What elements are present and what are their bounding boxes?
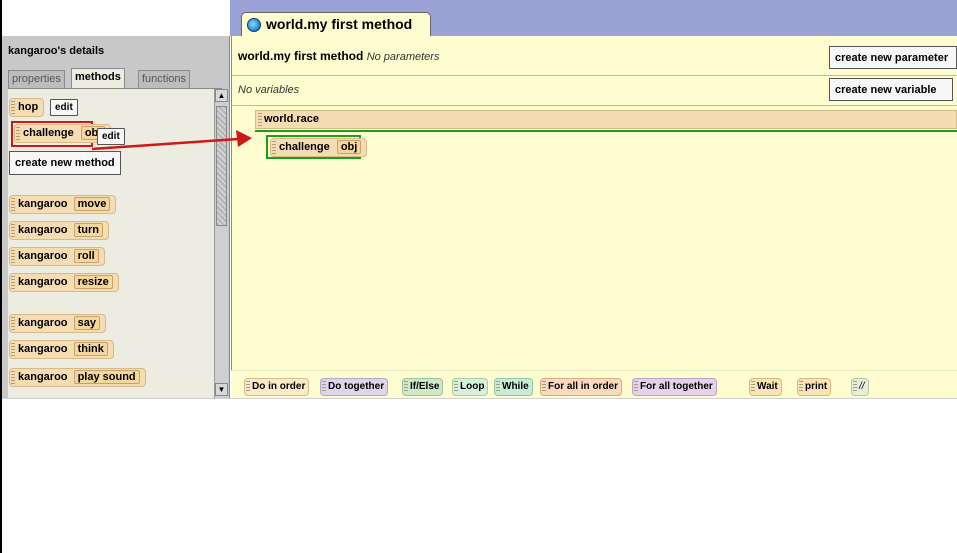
control-for-all-in-order[interactable]: For all in order (540, 378, 623, 396)
control-label: If/Else (410, 381, 440, 392)
control-do-together[interactable]: Do together (320, 378, 389, 396)
control-label: Do in order (252, 381, 306, 392)
drag-grip-icon (322, 381, 326, 393)
drag-grip-icon (634, 381, 638, 393)
control-while[interactable]: While (494, 378, 533, 396)
control-wait[interactable]: Wait (749, 378, 782, 396)
control-loop[interactable]: Loop (452, 378, 489, 396)
control-do-in-order[interactable]: Do in order (244, 378, 310, 396)
drag-grip-icon (799, 381, 803, 393)
control-label: For all together (640, 381, 713, 392)
control-label: Loop (460, 381, 485, 392)
control-label: For all in order (548, 381, 619, 392)
drag-grip-icon (246, 381, 250, 393)
control-label: While (502, 381, 529, 392)
control-label: // (859, 381, 865, 392)
drag-grip-icon (496, 381, 500, 393)
control-label: print (805, 381, 828, 392)
control-comment[interactable]: // (851, 378, 869, 396)
control-if-else[interactable]: If/Else (402, 378, 444, 396)
frame-bottom-edge (2, 398, 957, 399)
drag-grip-icon (751, 381, 755, 393)
control-label: Do together (328, 381, 385, 392)
drag-grip-icon (454, 381, 458, 393)
control-label: Wait (757, 381, 778, 392)
drag-grip-icon (542, 381, 546, 393)
drag-grip-icon (853, 381, 857, 393)
control-for-all-together[interactable]: For all together (632, 378, 717, 396)
drag-grip-icon (404, 381, 408, 393)
drag-arrow-icon (91, 130, 252, 151)
control-print[interactable]: print (797, 378, 832, 396)
